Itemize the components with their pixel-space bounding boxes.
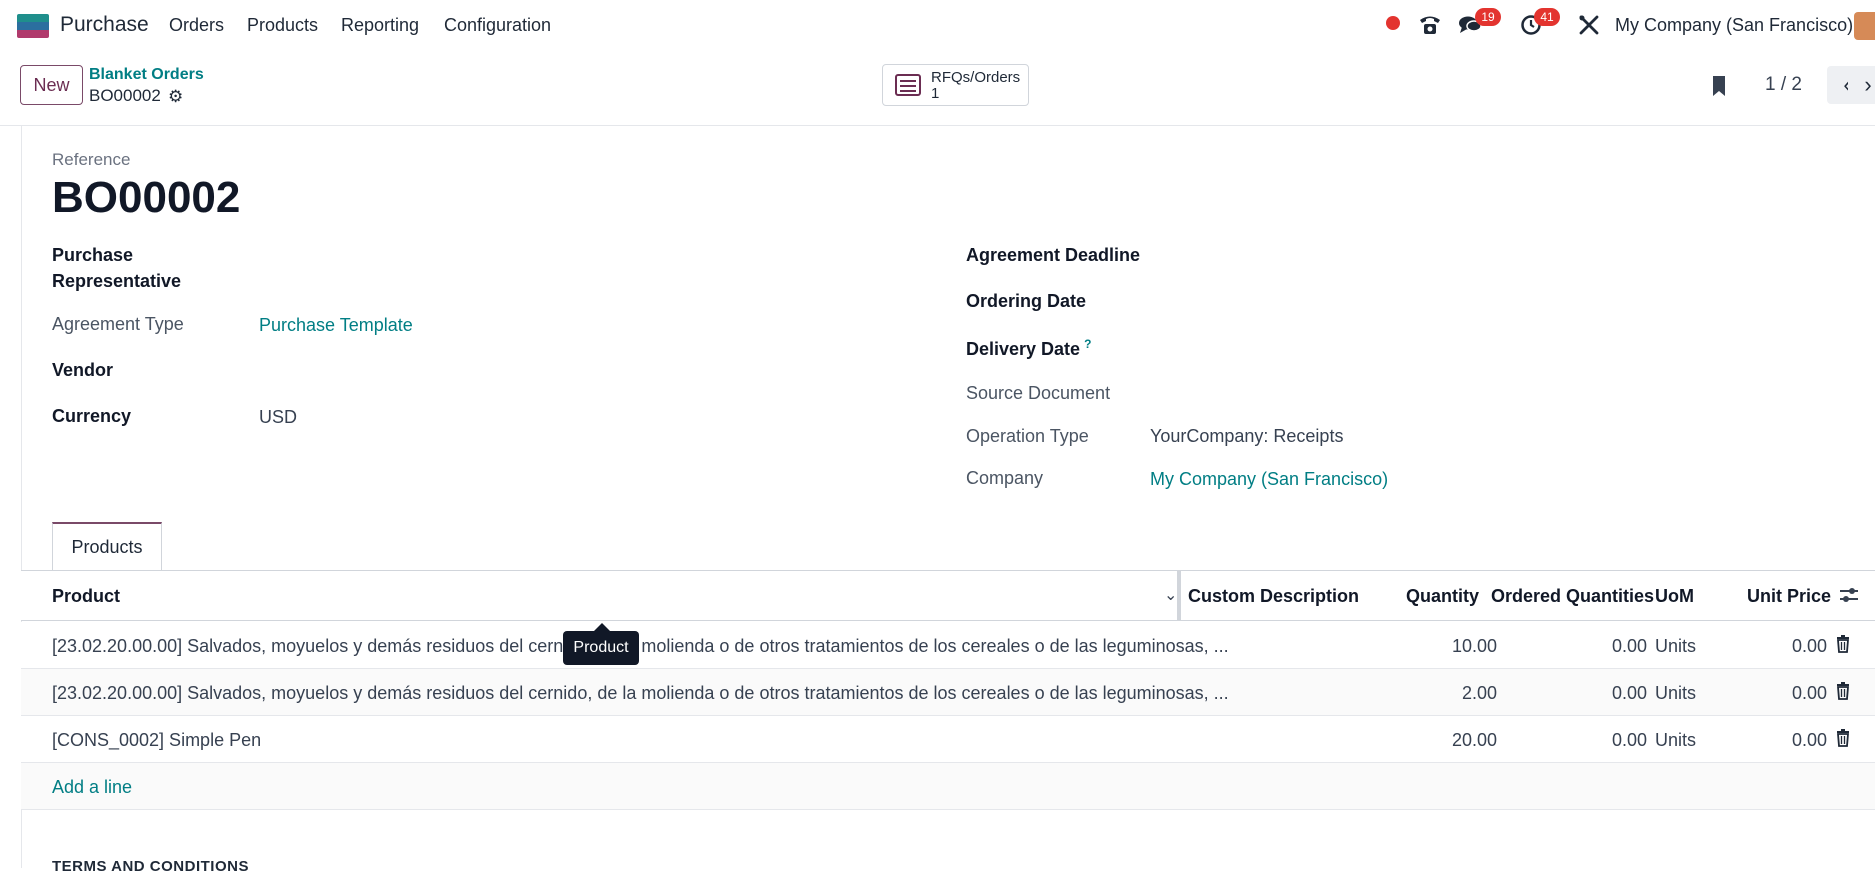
pager-value[interactable]: 1 / 2 <box>1765 74 1802 96</box>
agreement-deadline-label: Agreement Deadline <box>966 245 1141 265</box>
rfqs-orders-smart-button[interactable]: RFQs/Orders 1 <box>882 64 1029 106</box>
smart-button-label: RFQs/Orders <box>931 69 1021 86</box>
column-ordered-quantities[interactable]: Ordered Quantities <box>1491 586 1654 607</box>
company-value[interactable]: My Company (San Francisco) <box>1150 469 1388 490</box>
add-line-link[interactable]: Add a line <box>52 777 132 798</box>
row-quantity[interactable]: 2.00 <box>1391 683 1497 704</box>
menu-products[interactable]: Products <box>247 15 318 36</box>
breadcrumb-current: BO00002 <box>89 86 161 105</box>
optional-columns-icon[interactable] <box>1837 583 1861 607</box>
operation-type-value[interactable]: YourCompany: Receipts <box>1150 426 1343 447</box>
column-custom-description[interactable]: Custom Description <box>1188 586 1359 607</box>
row-product[interactable]: [23.02.20.00.00] Salvados, moyuelos y de… <box>52 683 1229 704</box>
app-name[interactable]: Purchase <box>60 13 149 37</box>
bookmark-icon[interactable] <box>1710 74 1728 98</box>
smart-button-count: 1 <box>931 85 940 102</box>
reference-label: Reference <box>52 150 131 169</box>
add-line-row: Add a line <box>21 763 1875 810</box>
column-product[interactable]: Product <box>52 586 120 607</box>
breadcrumb-blanket-orders[interactable]: Blanket Orders <box>89 66 204 84</box>
currency-value[interactable]: USD <box>259 407 297 428</box>
row-uom[interactable]: Units <box>1655 683 1696 704</box>
ordering-date-label: Ordering Date <box>966 291 1087 311</box>
row-quantity[interactable]: 10.00 <box>1391 636 1497 657</box>
trash-icon[interactable] <box>1836 682 1850 700</box>
row-ordered: 0.00 <box>1611 730 1647 750</box>
chevron-down-icon[interactable]: ⌄ <box>1164 585 1177 605</box>
source-document-label: Source Document <box>966 383 1111 403</box>
user-avatar[interactable] <box>1854 12 1875 40</box>
table-row[interactable]: [23.02.20.00.00] Salvados, moyuelos y de… <box>21 622 1875 669</box>
row-product[interactable]: [CONS_0002] Simple Pen <box>52 730 261 751</box>
terms-and-conditions-title: TERMS AND CONDITIONS <box>52 858 249 875</box>
table-header: Product ⌄ Custom Description Quantity Or… <box>21 571 1875 621</box>
phone-icon[interactable] <box>1417 12 1443 38</box>
tab-products[interactable]: Products <box>52 522 162 570</box>
table-row[interactable]: [CONS_0002] Simple Pen 20.00 0.00 Units … <box>21 716 1875 763</box>
purchase-representative-label-2: Representative <box>52 271 182 291</box>
agreement-type-label: Agreement Type <box>52 314 184 334</box>
product-tooltip: Product <box>563 623 639 665</box>
trash-icon[interactable] <box>1836 729 1850 747</box>
pager-next-button[interactable]: › <box>1848 66 1875 104</box>
row-unit-price[interactable]: 0.00 <box>1721 683 1827 704</box>
currency-label: Currency <box>52 406 132 426</box>
row-ordered: 0.00 <box>1611 636 1647 656</box>
row-uom[interactable]: Units <box>1655 636 1696 657</box>
company-switcher[interactable]: My Company (San Francisco) <box>1615 15 1853 36</box>
messages-badge: 19 <box>1475 8 1501 26</box>
row-uom[interactable]: Units <box>1655 730 1696 751</box>
row-unit-price[interactable]: 0.00 <box>1721 730 1827 751</box>
purchase-representative-label-1: Purchase <box>52 245 134 265</box>
purchase-app-icon[interactable] <box>17 14 49 38</box>
help-icon[interactable]: ? <box>1084 337 1091 351</box>
column-quantity[interactable]: Quantity <box>1406 586 1479 607</box>
delivery-date-text: Delivery Date <box>966 339 1081 359</box>
new-button[interactable]: New <box>20 65 83 105</box>
row-unit-price[interactable]: 0.00 <box>1721 636 1827 657</box>
menu-reporting[interactable]: Reporting <box>341 15 419 36</box>
trash-icon[interactable] <box>1836 635 1850 653</box>
row-ordered: 0.00 <box>1611 683 1647 703</box>
column-resize-handle[interactable] <box>1177 571 1181 621</box>
top-navbar: Purchase Orders Products Reporting Confi… <box>0 0 1875 52</box>
debug-tools-icon[interactable] <box>1576 12 1602 38</box>
vendor-label: Vendor <box>52 360 114 380</box>
control-panel: New Blanket Orders BO00002 ⚙ RFQs/Orders… <box>0 52 1875 126</box>
agreement-type-value[interactable]: Purchase Template <box>259 315 413 336</box>
column-uom[interactable]: UoM <box>1655 586 1694 607</box>
row-quantity[interactable]: 20.00 <box>1391 730 1497 751</box>
menu-configuration[interactable]: Configuration <box>444 15 551 36</box>
table-row[interactable]: [23.02.20.00.00] Salvados, moyuelos y de… <box>21 669 1875 716</box>
column-unit-price[interactable]: Unit Price <box>1747 586 1831 607</box>
row-product[interactable]: [23.02.20.00.00] Salvados, moyuelos y de… <box>52 636 1229 657</box>
company-label: Company <box>966 468 1044 488</box>
operation-type-label: Operation Type <box>966 426 1089 446</box>
activities-badge: 41 <box>1534 8 1560 26</box>
menu-orders[interactable]: Orders <box>169 15 224 36</box>
gear-icon[interactable]: ⚙ <box>168 87 183 107</box>
reference-value[interactable]: BO00002 <box>52 173 240 223</box>
delivery-date-label: Delivery Date? <box>966 337 1091 360</box>
list-icon <box>895 74 921 96</box>
recording-indicator-icon[interactable] <box>1386 16 1400 30</box>
